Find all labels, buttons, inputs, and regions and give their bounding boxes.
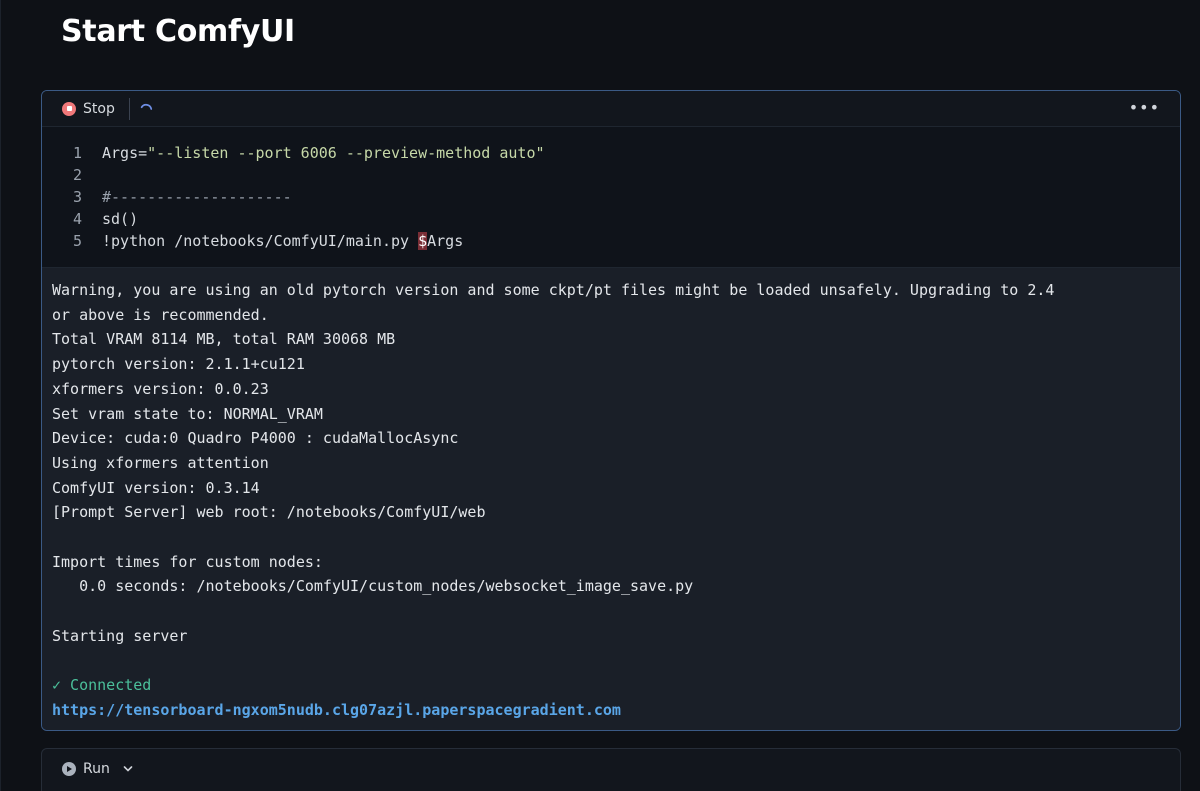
code-highlight: $ (418, 232, 428, 250)
run-label: Run (83, 761, 110, 777)
code-token: Args= (102, 144, 148, 162)
run-button[interactable]: Run (62, 761, 133, 777)
server-url-link[interactable]: https://tensorboard-ngxom5nudb.clg07azjl… (52, 701, 621, 719)
connected-status: ✓ Connected (52, 676, 152, 695)
loading-spinner-icon (140, 103, 152, 110)
output-line: Warning, you are using an old pytorch ve… (52, 281, 1055, 299)
stop-button[interactable]: Stop (62, 101, 115, 117)
line-number: 1 (72, 144, 82, 162)
output-line: 0.0 seconds: /notebooks/ComfyUI/custom_n… (52, 577, 694, 596)
code-editor[interactable]: 1 Args="--listen --port 6006 --preview-m… (42, 127, 1180, 268)
code-token: Args (427, 232, 464, 250)
code-token: !python /notebooks/ComfyUI/main.py (102, 232, 419, 250)
output-lines: Warning, you are using an old pytorch ve… (52, 278, 1170, 673)
output-line: Starting server (52, 626, 188, 645)
cell-output: Warning, you are using an old pytorch ve… (42, 268, 1180, 730)
output-line: or above is recommended. (52, 305, 269, 324)
code-line: 1 Args="--listen --port 6006 --preview-m… (42, 142, 1180, 164)
code-line: 2 (42, 164, 1180, 186)
output-line: Using xformers attention (52, 453, 269, 472)
output-line: [Prompt Server] web root: /notebooks/Com… (52, 503, 486, 522)
code-line: 5 !python /notebooks/ComfyUI/main.py $Ar… (42, 230, 1180, 252)
toolbar-divider (128, 97, 130, 120)
output-line: ComfyUI version: 0.3.14 (52, 478, 260, 497)
output-line: Import times for custom nodes: (52, 552, 323, 571)
output-line: Set vram state to: NORMAL_VRAM (52, 404, 323, 423)
code-cell-next[interactable]: Run (41, 748, 1181, 791)
code-line: 3 #-------------------- (42, 186, 1180, 208)
line-number: 2 (72, 166, 82, 184)
code-comment: #-------------------- (102, 188, 292, 206)
more-options-icon[interactable]: ••• (1129, 99, 1160, 117)
code-string: "--listen --port 6006 --preview-method a… (147, 144, 545, 162)
code-line: 4 sd() (42, 208, 1180, 230)
line-number: 4 (72, 210, 82, 228)
output-line: Device: cuda:0 Quadro P4000 : cudaMalloc… (52, 429, 459, 448)
notebook-page: Start ComfyUI Stop ••• 1 Args="--listen … (0, 0, 1200, 791)
page-title: Start ComfyUI (61, 14, 295, 49)
line-content: sd() (102, 210, 139, 228)
line-number: 5 (72, 232, 82, 250)
line-content: Args="--listen --port 6006 --preview-met… (102, 142, 545, 164)
output-line: pytorch version: 2.1.1+cu121 (52, 355, 305, 374)
stop-label: Stop (83, 100, 115, 117)
stop-icon (62, 101, 76, 116)
chevron-down-icon[interactable] (123, 763, 133, 776)
code-cell-active[interactable]: Stop ••• 1 Args="--listen --port 6006 --… (41, 90, 1181, 731)
output-line: xformers version: 0.0.23 (52, 379, 269, 398)
line-number: 3 (72, 188, 82, 206)
output-line: Total VRAM 8114 MB, total RAM 30068 MB (52, 330, 396, 349)
play-icon (62, 762, 76, 776)
cell-toolbar: Stop ••• (42, 91, 1180, 127)
line-content: !python /notebooks/ComfyUI/main.py $Args (102, 230, 463, 252)
